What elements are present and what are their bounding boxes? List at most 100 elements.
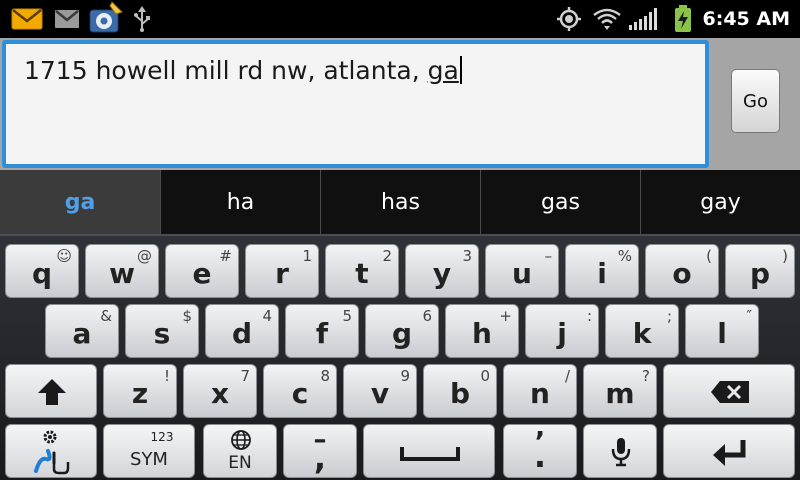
globe-icon — [231, 430, 251, 450]
shift-arrow-icon — [38, 379, 66, 405]
microphone-icon — [611, 438, 631, 467]
key-v[interactable]: 9v — [343, 364, 417, 418]
key-y[interactable]: 3y — [405, 244, 479, 298]
space-bar-icon — [400, 447, 460, 461]
status-time: 6:45 AM — [702, 8, 791, 30]
email-icon — [10, 4, 44, 34]
period-label: . — [533, 437, 547, 475]
key-f[interactable]: 5f — [285, 304, 359, 358]
battery-charging-icon — [673, 4, 693, 34]
key-label: g — [391, 317, 413, 350]
key-j[interactable]: :j — [525, 304, 599, 358]
go-button[interactable]: Go — [731, 69, 780, 133]
app-notification-icon — [86, 0, 124, 36]
sym-label: SYM — [130, 449, 168, 470]
enter-arrow-icon — [713, 440, 746, 466]
suggestion-item[interactable]: has — [320, 170, 480, 234]
status-bar: 6:45 AM — [0, 0, 800, 38]
key-label: i — [597, 257, 607, 290]
key-c[interactable]: 8c — [263, 364, 337, 418]
key-s[interactable]: $ s — [125, 304, 199, 358]
composing-text: ga — [427, 56, 459, 85]
key-label: x — [210, 377, 230, 410]
sym-sub-label: 123 — [150, 430, 174, 444]
key-label: a — [72, 317, 92, 350]
handwriting-settings-key[interactable] — [5, 424, 97, 478]
key-k[interactable]: ; k — [605, 304, 679, 358]
key-e[interactable]: # e — [165, 244, 239, 298]
key-label: j — [557, 317, 567, 350]
key-r[interactable]: 1r — [245, 244, 319, 298]
voice-input-key[interactable] — [583, 424, 657, 478]
key-label: t — [355, 257, 369, 290]
key-label: o — [672, 257, 692, 290]
space-key[interactable] — [363, 424, 495, 478]
period-key[interactable]: ’ . — [503, 424, 577, 478]
key-n[interactable]: / n — [503, 364, 577, 418]
key-b[interactable]: 0b — [423, 364, 497, 418]
key-label: u — [512, 257, 532, 290]
committed-text: 1715 howell mill rd nw, atlanta, — [24, 56, 428, 85]
soft-keyboard: ☺ q @ w # e 1r 2t 3y – u % i (o ) p & a $ s 4d 5… — [0, 234, 800, 480]
gmail-icon — [53, 4, 81, 34]
key-h[interactable]: + h — [445, 304, 519, 358]
comma-key[interactable]: – , — [283, 424, 357, 478]
key-x[interactable]: 7x — [183, 364, 257, 418]
key-label: s — [153, 317, 171, 350]
key-label: n — [530, 377, 550, 410]
swype-icon — [34, 449, 70, 475]
key-l[interactable]: ″ l — [685, 304, 759, 358]
suggestion-item[interactable]: gay — [640, 170, 800, 234]
suggestion-item[interactable]: ga — [0, 170, 160, 234]
key-p[interactable]: ) p — [725, 244, 795, 298]
gps-icon — [556, 4, 582, 34]
key-label: q — [31, 257, 53, 290]
key-z[interactable]: ! z — [103, 364, 177, 418]
backspace-icon — [711, 381, 749, 403]
key-label: h — [472, 317, 492, 350]
backspace-key[interactable] — [663, 364, 795, 418]
android-screen: 6:45 AM 1715 howell mill rd nw, atlanta,… — [0, 0, 800, 480]
suggestion-item[interactable]: ha — [160, 170, 320, 234]
key-label: m — [605, 377, 635, 410]
shift-key[interactable] — [5, 364, 97, 418]
key-label: k — [632, 317, 652, 350]
gear-icon — [43, 430, 57, 444]
key-u[interactable]: – u — [485, 244, 559, 298]
usb-icon — [132, 4, 152, 34]
key-label: p — [749, 257, 771, 290]
signal-icon — [628, 4, 662, 34]
key-label: b — [449, 377, 471, 410]
language-key[interactable]: EN — [203, 424, 277, 478]
key-label: w — [109, 257, 135, 290]
comma-label: , — [313, 439, 327, 477]
key-t[interactable]: 2t — [325, 244, 399, 298]
key-i[interactable]: % i — [565, 244, 639, 298]
key-label: z — [131, 377, 149, 410]
text-field-value: 1715 howell mill rd nw, atlanta, ga — [24, 56, 462, 85]
key-label: r — [275, 257, 289, 290]
key-label: d — [231, 317, 253, 350]
key-label: v — [370, 377, 390, 410]
suggestion-item[interactable]: gas — [480, 170, 640, 234]
key-label: c — [291, 377, 309, 410]
key-label: f — [315, 317, 329, 350]
enter-key[interactable] — [663, 424, 795, 478]
key-m[interactable]: ? m — [583, 364, 657, 418]
language-label: EN — [228, 453, 252, 473]
key-label: y — [432, 257, 452, 290]
key-d[interactable]: 4d — [205, 304, 279, 358]
suggestion-bar: ga ha has gas gay — [0, 170, 800, 234]
address-text-field[interactable]: 1715 howell mill rd nw, atlanta, ga — [2, 40, 709, 168]
sym-key[interactable]: 123 SYM — [103, 424, 195, 478]
key-o[interactable]: (o — [645, 244, 719, 298]
text-cursor — [459, 56, 462, 84]
key-label: l — [717, 317, 727, 350]
key-g[interactable]: 6g — [365, 304, 439, 358]
key-w[interactable]: @ w — [85, 244, 159, 298]
key-label: e — [192, 257, 212, 290]
wifi-icon — [592, 4, 622, 34]
input-area: 1715 howell mill rd nw, atlanta, ga Go — [0, 38, 800, 170]
key-q[interactable]: ☺ q — [5, 244, 79, 298]
key-a[interactable]: & a — [45, 304, 119, 358]
